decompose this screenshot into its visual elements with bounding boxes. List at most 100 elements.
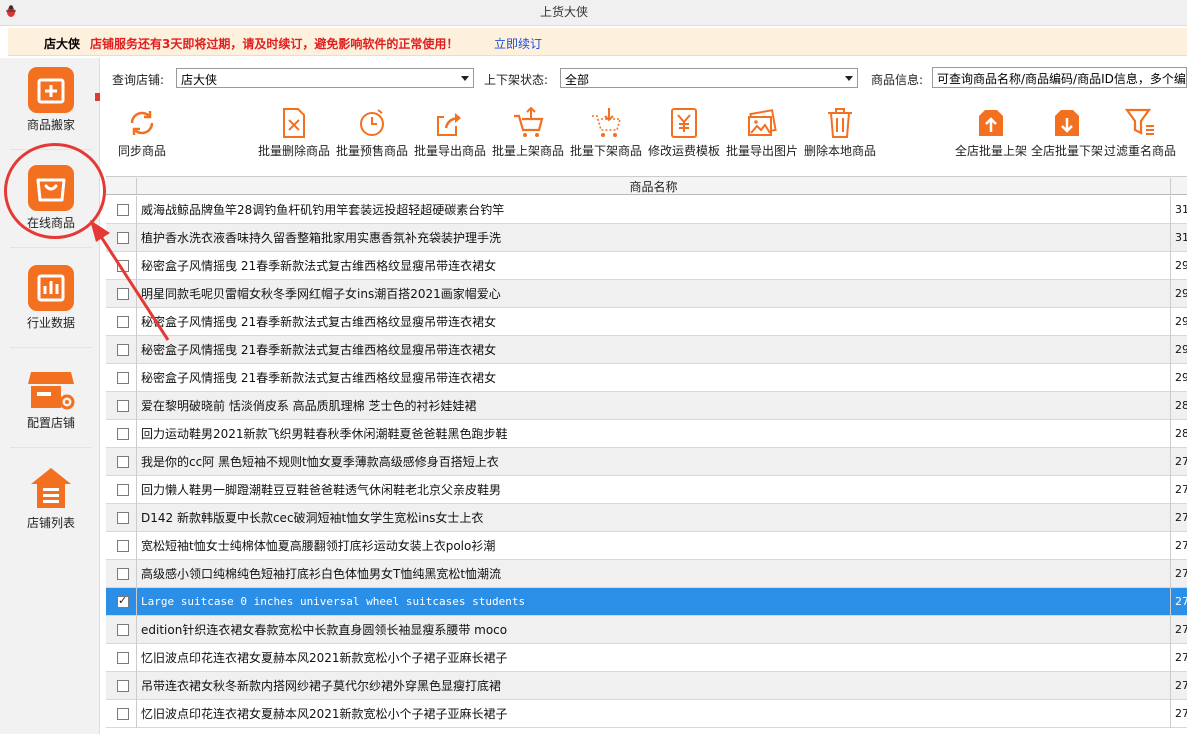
product-name-cell: 植护香水洗衣液香味持久留香整箱批家用实惠香氛补充袋装护理手洗 — [136, 224, 1171, 252]
renew-link[interactable]: 立即续订 — [494, 35, 542, 52]
row-checkbox[interactable] — [117, 204, 129, 216]
row-number-cell: 27 — [1175, 511, 1187, 524]
product-name-cell: 回力运动鞋男2021新款飞织男鞋春秋季休闲潮鞋夏爸爸鞋黑色跑步鞋 — [136, 420, 1171, 448]
row-number-cell: 31 — [1175, 231, 1187, 244]
row-checkbox[interactable] — [117, 652, 129, 664]
product-name-cell: 秘密盒子风情摇曳 21春季新款法式复古维西格纹显瘦吊带连衣裙女 — [136, 252, 1171, 280]
sidebar-item-industry-data[interactable]: 行业数据 — [10, 258, 92, 348]
table-row[interactable]: 宽松短袖t恤女士纯棉体恤夏高腰翻领打底衫运动女装上衣polo衫潮 27 — [106, 532, 1187, 560]
shop-batch-offshelf-button[interactable]: 全店批量下架 — [1030, 106, 1104, 162]
cart-down-icon — [592, 108, 622, 137]
row-checkbox[interactable] — [117, 400, 129, 412]
sidebar-item-online-products[interactable]: 在线商品 — [10, 158, 92, 248]
table-row[interactable]: 秘密盒子风情摇曳 21春季新款法式复古维西格纹显瘦吊带连衣裙女 29 — [106, 364, 1187, 392]
chevron-down-icon — [845, 76, 853, 81]
delete-local-button[interactable]: 删除本地商品 — [802, 106, 878, 162]
table-row[interactable]: 秘密盒子风情摇曳 21春季新款法式复古维西格纹显瘦吊带连衣裙女 29 — [106, 252, 1187, 280]
sidebar-item-label: 配置店铺 — [26, 416, 75, 430]
row-number-cell: 27 — [1175, 623, 1187, 636]
table-row[interactable]: 忆旧波点印花连衣裙女夏赫本风2021新款宽松小个子裙子亚麻长裙子 27 — [106, 700, 1187, 728]
row-checkbox[interactable] — [117, 232, 129, 244]
row-number-cell: 27 — [1175, 679, 1187, 692]
batch-delete-button[interactable]: 批量删除商品 — [256, 106, 332, 162]
table-row[interactable]: 高级感小领口纯棉纯色短袖打底衫白色体恤男女T恤纯黑宽松t恤潮流 27 — [106, 560, 1187, 588]
table-row[interactable]: edition针织连衣裙女春款宽松中长款直身圆领长袖显瘦系腰带 moco 27 — [106, 616, 1187, 644]
sync-products-button[interactable]: 同步商品 — [112, 106, 172, 162]
product-name-cell: 爱在黎明破晓前 恬淡俏皮系 高品质肌理棉 芝士色的衬衫娃娃裙 — [136, 392, 1171, 420]
shop-batch-onshelf-button[interactable]: 全店批量上架 — [954, 106, 1028, 162]
table-row[interactable]: Large suitcase 0 inches universal wheel … — [106, 588, 1187, 616]
row-number-cell: 28 — [1175, 399, 1187, 412]
table-header: 商品名称 — [106, 177, 1187, 195]
toolbar-label: 全店批量上架 — [954, 144, 1027, 158]
table-row[interactable]: 明星同款毛呢贝雷帽女秋冬季网红帽子女ins潮百搭2021画家帽爱心 29 — [106, 280, 1187, 308]
shop-select[interactable]: 店大侠 — [176, 68, 474, 88]
batch-export-button[interactable]: 批量导出商品 — [412, 106, 488, 162]
edit-shipping-template-button[interactable]: 修改运费模板 — [646, 106, 722, 162]
row-checkbox[interactable] — [117, 624, 129, 636]
table-row[interactable]: D142 新款韩版夏中长款cec破洞短袖t恤女学生宽松ins女士上衣 27 — [106, 504, 1187, 532]
row-number-cell: 29 — [1175, 371, 1187, 384]
product-name-cell: 忆旧波点印花连衣裙女夏赫本风2021新款宽松小个子裙子亚麻长裙子 — [136, 700, 1171, 728]
filter-duplicate-button[interactable]: 过滤重名商品 — [1104, 106, 1176, 162]
toolbar-label: 删除本地商品 — [803, 144, 876, 158]
table-row[interactable]: 秘密盒子风情摇曳 21春季新款法式复古维西格纹显瘦吊带连衣裙女 29 — [106, 308, 1187, 336]
clock-icon — [360, 109, 384, 136]
table-row[interactable]: 威海战鲸品牌鱼竿28调钓鱼杆矶钓用竿套装远投超轻超硬碳素台钓竿 31 — [106, 196, 1187, 224]
active-indicator — [95, 93, 100, 101]
table-row[interactable]: 吊带连衣裙女秋冬新款内搭网纱裙子莫代尔纱裙外穿黑色显瘦打底裙 27 — [106, 672, 1187, 700]
toolbar-label: 批量下架商品 — [569, 144, 642, 158]
batch-onshelf-button[interactable]: 批量上架商品 — [490, 106, 566, 162]
shop-filter-label: 查询店铺: — [112, 73, 165, 87]
product-table: 商品名称 威海战鲸品牌鱼竿28调钓鱼杆矶钓用竿套装远投超轻超硬碳素台钓竿 31 植护… — [106, 176, 1187, 734]
row-checkbox[interactable] — [117, 680, 129, 692]
product-name-cell: 高级感小领口纯棉纯色短袖打底衫白色体恤男女T恤纯黑宽松t恤潮流 — [136, 560, 1171, 588]
row-checkbox[interactable] — [117, 540, 129, 552]
sidebar-item-configure-shop[interactable]: 配置店铺 — [10, 358, 92, 448]
batch-offshelf-button[interactable]: 批量下架商品 — [568, 106, 644, 162]
toolbar-label: 批量导出商品 — [413, 144, 486, 158]
column-header-name[interactable]: 商品名称 — [136, 178, 1171, 194]
row-checkbox[interactable] — [117, 372, 129, 384]
row-number-cell: 27 — [1175, 707, 1187, 720]
row-checkbox[interactable] — [117, 316, 129, 328]
row-checkbox[interactable] — [117, 456, 129, 468]
product-name-cell: 威海战鲸品牌鱼竿28调钓鱼杆矶钓用竿套装远投超轻超硬碳素台钓竿 — [136, 196, 1171, 224]
row-number-cell: 28 — [1175, 427, 1187, 440]
product-info-input[interactable]: 可查询商品名称/商品编码/商品ID信息，多个编 — [932, 67, 1187, 88]
row-checkbox[interactable] — [117, 512, 129, 524]
main-panel: 查询店铺: 店大侠 上下架状态: 全部 商品信息: 可查询商品名称/商品编码/商… — [104, 58, 1187, 734]
row-number-cell: 29 — [1175, 259, 1187, 272]
export-icon — [437, 113, 461, 136]
status-select[interactable]: 全部 — [560, 68, 858, 88]
row-checkbox[interactable] — [117, 568, 129, 580]
table-row[interactable]: 忆旧波点印花连衣裙女夏赫本风2021新款宽松小个子裙子亚麻长裙子 27 — [106, 644, 1187, 672]
batch-presale-button[interactable]: 批量预售商品 — [334, 106, 410, 162]
row-checkbox[interactable] — [117, 260, 129, 272]
export-images-button[interactable]: 批量导出图片 — [724, 106, 800, 162]
row-checkbox[interactable] — [117, 428, 129, 440]
table-row[interactable]: 爱在黎明破晓前 恬淡俏皮系 高品质肌理棉 芝士色的衬衫娃娃裙 28 — [106, 392, 1187, 420]
toolbar-label: 批量导出图片 — [725, 144, 798, 158]
product-name-cell: 忆旧波点印花连衣裙女夏赫本风2021新款宽松小个子裙子亚麻长裙子 — [136, 644, 1171, 672]
table-row[interactable]: 我是你的cc阿 黑色短袖不规则t恤女夏季薄款高级感修身百搭短上衣 27 — [106, 448, 1187, 476]
row-number-cell: 31 — [1175, 203, 1187, 216]
row-checkbox[interactable] — [117, 594, 129, 608]
row-checkbox[interactable] — [117, 288, 129, 300]
status-select-value: 全部 — [565, 73, 590, 87]
table-row[interactable]: 回力懒人鞋男一脚蹬潮鞋豆豆鞋爸爸鞋透气休闲鞋老北京父亲皮鞋男 27 — [106, 476, 1187, 504]
info-filter-label: 商品信息: — [871, 73, 924, 87]
product-name-cell: D142 新款韩版夏中长款cec破洞短袖t恤女学生宽松ins女士上衣 — [136, 504, 1171, 532]
toolbar-label: 全店批量下架 — [1030, 144, 1103, 158]
row-number-cell: 27 — [1175, 567, 1187, 580]
chevron-down-icon — [461, 76, 469, 81]
table-row[interactable]: 植护香水洗衣液香味持久留香整箱批家用实惠香氛补充袋装护理手洗 31 — [106, 224, 1187, 252]
toolbar-label: 批量删除商品 — [257, 144, 330, 158]
table-row[interactable]: 秘密盒子风情摇曳 21春季新款法式复古维西格纹显瘦吊带连衣裙女 29 — [106, 336, 1187, 364]
sidebar-item-product-move[interactable]: 商品搬家 — [10, 60, 92, 150]
table-row[interactable]: 回力运动鞋男2021新款飞织男鞋春秋季休闲潮鞋夏爸爸鞋黑色跑步鞋 28 — [106, 420, 1187, 448]
sidebar-item-shop-list[interactable]: 店铺列表 — [10, 458, 92, 548]
row-checkbox[interactable] — [117, 344, 129, 356]
row-checkbox[interactable] — [117, 484, 129, 496]
row-checkbox[interactable] — [117, 708, 129, 720]
